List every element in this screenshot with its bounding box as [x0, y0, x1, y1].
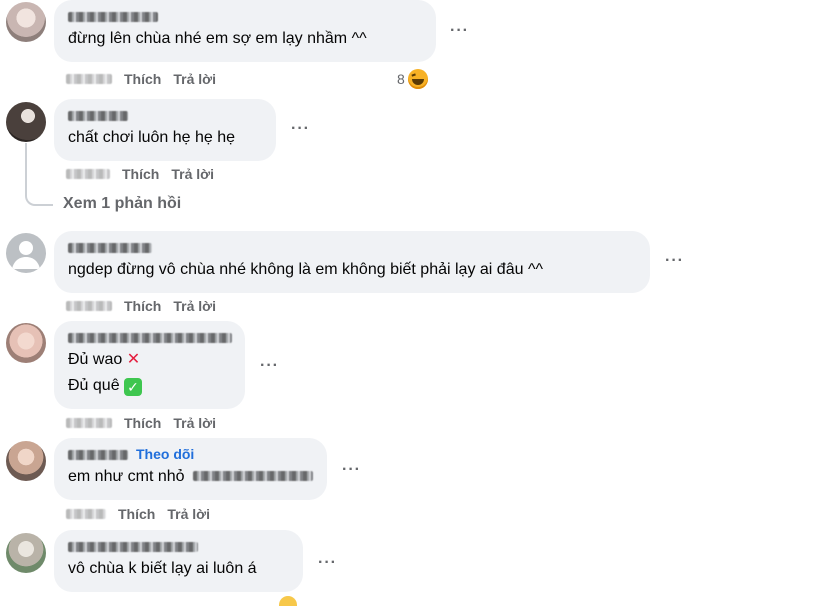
avatar[interactable]: [6, 533, 46, 573]
more-options-button[interactable]: ···: [260, 357, 279, 375]
comment-text: đừng lên chùa nhé em sợ em lạy nhầm ^^: [68, 30, 367, 47]
comment-actions: Thích Trả lời: [66, 415, 216, 431]
author-name[interactable]: [68, 538, 291, 555]
comment-bubble: ngdep đừng vô chùa nhé không là em không…: [54, 231, 650, 293]
more-options-button[interactable]: ···: [318, 554, 337, 572]
comment-actions: Thích Trả lời: [66, 166, 214, 182]
reply-button[interactable]: Trả lời: [171, 166, 214, 182]
timestamp[interactable]: [66, 301, 112, 311]
comment-actions: Thích Trả lời: [66, 298, 216, 314]
more-options-button[interactable]: ···: [665, 252, 684, 270]
avatar[interactable]: [6, 441, 46, 481]
comment-bubble: Theo dõi em như cmt nhỏ: [54, 438, 327, 500]
reply-button[interactable]: Trả lời: [173, 71, 216, 87]
timestamp[interactable]: [66, 418, 112, 428]
comment-bubble: vô chùa k biết lạy ai luôn á: [54, 530, 303, 592]
author-name[interactable]: [68, 239, 638, 256]
thread-connector: [25, 143, 53, 206]
default-avatar-icon[interactable]: [6, 233, 46, 273]
comment-line-2: Đủ quê ✓: [68, 375, 233, 397]
comment-bubble: Đủ wao ✕ Đủ quê ✓: [54, 321, 245, 409]
more-options-button[interactable]: ···: [450, 22, 469, 40]
comment-text: chất chơi luôn hẹ hẹ hẹ: [68, 129, 236, 146]
comment-bubble: đừng lên chùa nhé em sợ em lạy nhầm ^^: [54, 0, 436, 62]
like-button[interactable]: Thích: [124, 71, 161, 87]
like-button[interactable]: Thích: [124, 298, 161, 314]
like-button[interactable]: Thích: [122, 166, 159, 182]
reply-button[interactable]: Trả lời: [167, 506, 210, 522]
avatar[interactable]: [6, 2, 46, 42]
cross-mark-icon: ✕: [126, 351, 141, 368]
reaction-count: 8: [397, 71, 405, 87]
reaction-emoji-icon: [279, 596, 297, 606]
timestamp[interactable]: [66, 74, 112, 84]
author-name[interactable]: Theo dõi: [68, 446, 315, 463]
author-name[interactable]: [68, 8, 424, 25]
redacted-text: [193, 471, 313, 481]
reply-button[interactable]: Trả lời: [173, 298, 216, 314]
more-options-button[interactable]: ···: [291, 120, 310, 138]
comment-actions: Thích Trả lời: [66, 506, 210, 522]
author-name[interactable]: [68, 329, 233, 346]
timestamp[interactable]: [66, 169, 110, 179]
haha-reaction-icon: [407, 69, 428, 89]
comment-actions: Thích Trả lời: [66, 71, 216, 87]
more-options-button[interactable]: ···: [342, 461, 361, 479]
timestamp[interactable]: [66, 509, 106, 519]
comment-bubble: chất chơi luôn hẹ hẹ hẹ: [54, 99, 276, 161]
like-button[interactable]: Thích: [118, 506, 155, 522]
like-button[interactable]: Thích: [124, 415, 161, 431]
comment-text: em như cmt nhỏ: [68, 466, 315, 488]
author-name[interactable]: [68, 107, 264, 124]
avatar[interactable]: [6, 323, 46, 363]
comment-text: vô chùa k biết lạy ai luôn á: [68, 560, 257, 577]
follow-button[interactable]: Theo dõi: [136, 446, 194, 463]
comment-line-1: Đủ wao ✕: [68, 351, 141, 368]
avatar[interactable]: [6, 102, 46, 142]
comment-text: ngdep đừng vô chùa nhé không là em không…: [68, 261, 543, 278]
view-replies-link[interactable]: Xem 1 phản hồi: [63, 195, 181, 213]
reaction-summary[interactable]: 8: [397, 69, 428, 89]
check-mark-icon: ✓: [124, 378, 143, 396]
reply-button[interactable]: Trả lời: [173, 415, 216, 431]
